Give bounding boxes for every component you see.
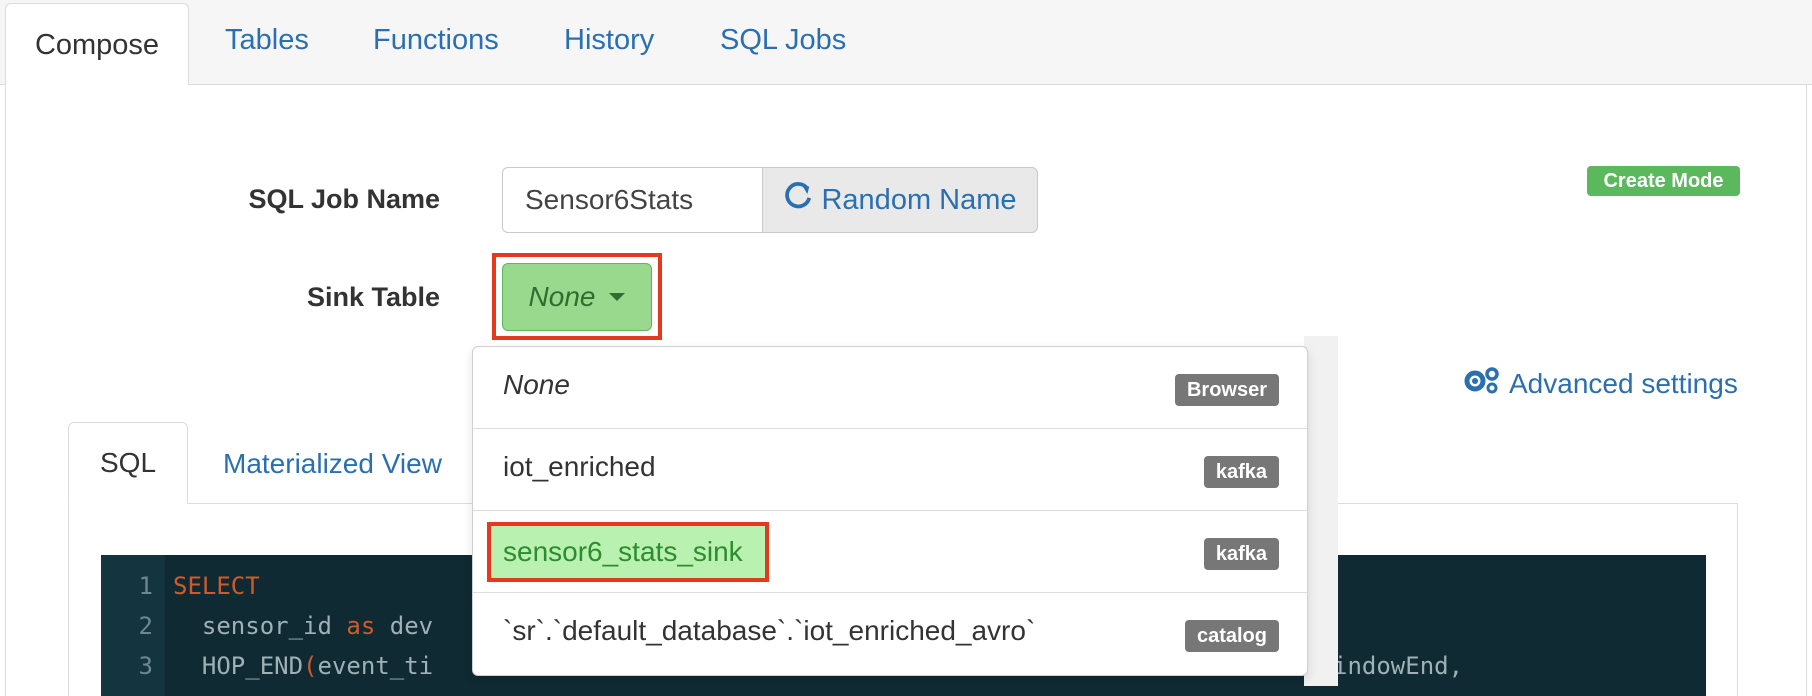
sink-table-label: Sink Table [306, 282, 440, 312]
code-text: event_ti [317, 652, 434, 680]
source-badge: kafka [1203, 538, 1279, 570]
code-text: HOP_END [173, 652, 304, 680]
menu-item-label: None [503, 369, 570, 400]
tab-tables[interactable]: Tables [225, 24, 309, 57]
advanced-settings-link[interactable]: Advanced settings [1463, 365, 1738, 402]
job-name-input[interactable]: Sensor6Stats [502, 167, 764, 233]
tab-sql[interactable]: SQL [68, 422, 188, 504]
code-line-3-tail: indowEnd, [1333, 652, 1464, 680]
tab-history[interactable]: History [564, 24, 654, 57]
refresh-icon [783, 181, 813, 219]
tab-sql-jobs[interactable]: SQL Jobs [720, 24, 846, 57]
code-paren: ( [303, 652, 318, 680]
menu-item-label: `sr`.`default_database`.`iot_enriched_av… [503, 615, 1036, 646]
sink-table-menu: None Browser iot_enriched kafka sensor6_… [472, 346, 1308, 676]
job-name-label: SQL Job Name [248, 184, 440, 214]
advanced-settings-label: Advanced settings [1509, 367, 1738, 399]
line-number: 3 [138, 652, 153, 680]
menu-item-label: iot_enriched [503, 451, 656, 482]
sink-table-dropdown[interactable]: None [502, 263, 652, 331]
gears-icon [1463, 365, 1501, 402]
menu-item-label: sensor6_stats_sink [503, 536, 743, 567]
random-name-label: Random Name [821, 183, 1017, 216]
menu-item-sensor6-stats-sink[interactable]: sensor6_stats_sink kafka [473, 511, 1307, 593]
code-text: sensor_id [173, 612, 347, 640]
keyword: as [346, 612, 376, 640]
menu-item-iot-enriched[interactable]: iot_enriched kafka [473, 429, 1307, 511]
sink-table-value: None [528, 281, 596, 312]
menu-item-none[interactable]: None Browser [473, 347, 1307, 429]
line-number: 1 [138, 572, 153, 600]
tab-functions[interactable]: Functions [373, 24, 499, 57]
keyword: SELECT [173, 572, 260, 600]
code-text: dev [375, 612, 434, 640]
selection-highlight: sensor6_stats_sink [487, 522, 769, 582]
line-number: 2 [138, 612, 153, 640]
source-badge: Browser [1174, 374, 1279, 406]
caret-down-icon [609, 293, 626, 301]
dropdown-scrollbar[interactable] [1304, 336, 1338, 686]
source-badge: catalog [1184, 620, 1279, 652]
tab-compose[interactable]: Compose [5, 3, 189, 87]
code-line-2: sensor_id as dev [173, 612, 433, 640]
random-name-button[interactable]: Random Name [762, 167, 1038, 233]
code-line-3: HOP_END(event_ti [173, 652, 433, 680]
job-name-value: Sensor6Stats [525, 184, 694, 215]
source-badge: kafka [1203, 456, 1279, 488]
code-line-1: SELECT [173, 572, 260, 600]
tab-materialized-view[interactable]: Materialized View [223, 448, 442, 480]
menu-item-iot-enriched-avro[interactable]: `sr`.`default_database`.`iot_enriched_av… [473, 593, 1307, 675]
create-mode-badge: Create Mode [1587, 166, 1740, 196]
